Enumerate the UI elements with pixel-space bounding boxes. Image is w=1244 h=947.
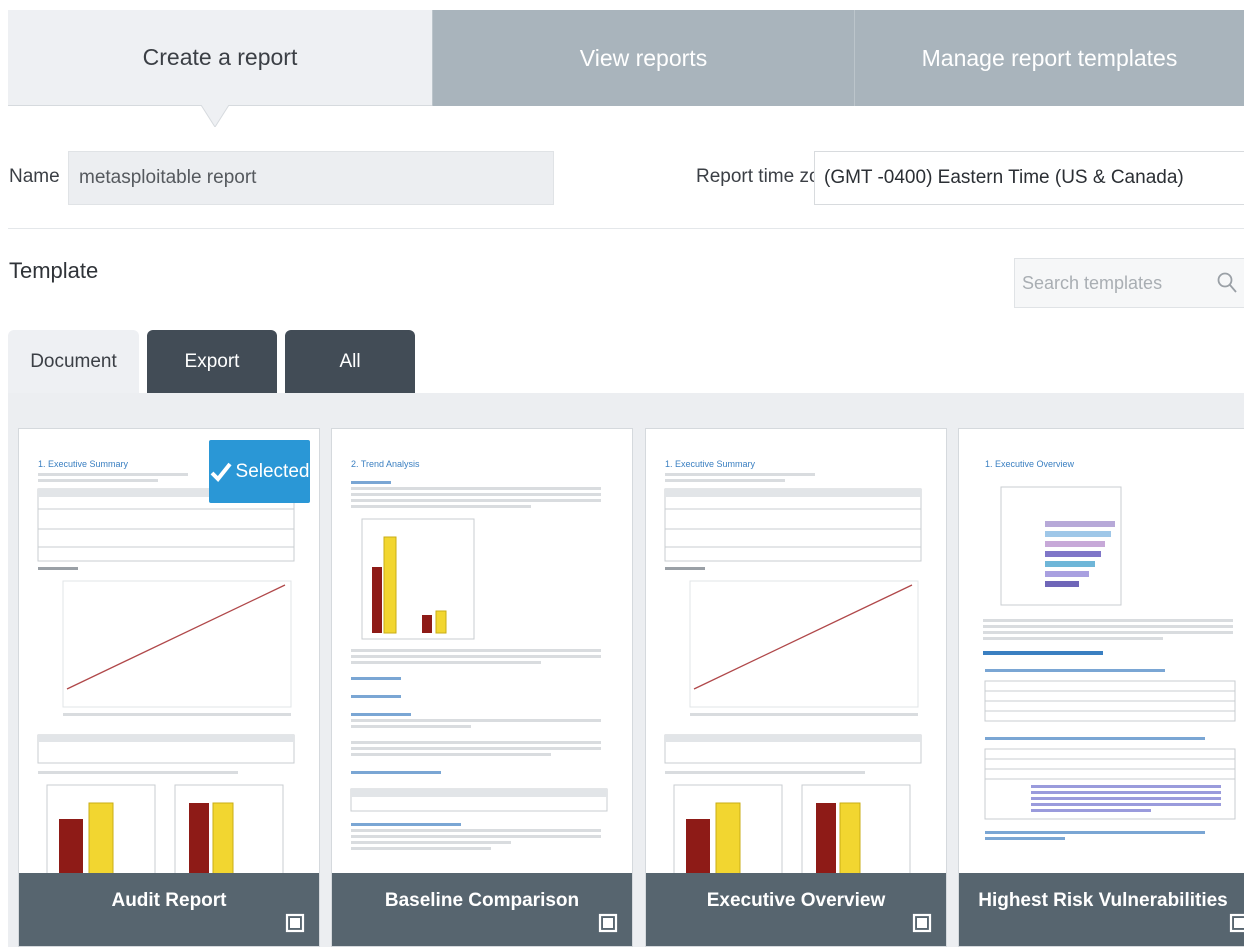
tab-manage-templates[interactable]: Manage report templates — [854, 10, 1244, 106]
time-zone-select[interactable]: (GMT -0400) Eastern Time (US & Canada) — [814, 151, 1244, 205]
tab-create-report-label: Create a report — [142, 44, 298, 70]
expand-preview-icon[interactable] — [912, 912, 932, 934]
svg-text:2. Trend Analysis: 2. Trend Analysis — [351, 459, 420, 469]
tab-view-reports-label: View reports — [579, 44, 708, 71]
search-placeholder: Search templates — [1022, 272, 1163, 293]
template-preview-thumbnail: 2. Trend Analysis — [348, 451, 618, 911]
tab-manage-templates-label: Manage report templates — [921, 44, 1178, 71]
card-title: Baseline Comparison — [384, 889, 580, 911]
name-label: Name — [9, 166, 60, 187]
card-title: Audit Report — [111, 889, 227, 911]
search-templates-input[interactable]: Search templates — [1014, 258, 1244, 308]
tab-export[interactable]: Export — [147, 330, 277, 394]
active-tab-pointer — [201, 105, 229, 127]
template-category-tabs: Document Export All — [8, 330, 423, 394]
svg-text:1. Executive Overview: 1. Executive Overview — [985, 459, 1075, 469]
tab-all[interactable]: All — [285, 330, 415, 394]
tab-view-reports[interactable]: View reports — [432, 10, 854, 106]
template-preview-thumbnail: 1. Executive Summary — [35, 451, 305, 911]
tab-document[interactable]: Document — [8, 330, 139, 394]
expand-preview-icon[interactable] — [285, 912, 305, 934]
card-title: Executive Overview — [706, 889, 886, 911]
card-footer: Highest Risk Vulnerabilities — [959, 873, 1244, 946]
selected-badge: Selected — [209, 440, 310, 503]
tab-create-report[interactable]: Create a report — [8, 10, 432, 106]
tab-document-label: Document — [30, 351, 117, 372]
svg-text:1. Executive Summary: 1. Executive Summary — [38, 459, 129, 469]
tab-export-label: Export — [184, 351, 240, 372]
expand-preview-icon[interactable] — [598, 912, 618, 934]
divider — [8, 228, 1244, 229]
checkmark-icon — [210, 462, 232, 482]
card-title: Highest Risk Vulnerabilities — [978, 889, 1228, 911]
template-gallery: 1. Executive Summary Selected Audit Repo… — [8, 393, 1244, 947]
selected-label: Selected — [235, 460, 310, 482]
template-card-baseline-comparison[interactable]: 2. Trend Analysis Baseline Comparison — [331, 428, 633, 947]
card-footer: Baseline Comparison — [332, 873, 632, 946]
tab-all-label: All — [339, 351, 361, 372]
search-icon[interactable] — [1217, 272, 1237, 294]
expand-preview-icon[interactable] — [1229, 912, 1244, 934]
report-name-input[interactable]: metasploitable report — [68, 151, 554, 205]
template-heading: Template — [9, 258, 99, 283]
svg-text:1. Executive Summary: 1. Executive Summary — [665, 459, 756, 469]
template-card-executive-overview[interactable]: 1. Executive Summary Executive Overview — [645, 428, 947, 947]
template-card-audit-report[interactable]: 1. Executive Summary Selected Audit Repo… — [18, 428, 320, 947]
card-footer: Audit Report — [19, 873, 319, 946]
card-footer: Executive Overview — [646, 873, 946, 946]
report-tabs: Create a report View reports Manage repo… — [8, 10, 1244, 106]
template-preview-thumbnail: 1. Executive Summary — [662, 451, 932, 911]
template-preview-thumbnail: 1. Executive Overview — [975, 451, 1244, 911]
template-card-highest-risk-vulnerabilities[interactable]: 1. Executive Overview Highest Risk Vulne… — [958, 428, 1244, 947]
